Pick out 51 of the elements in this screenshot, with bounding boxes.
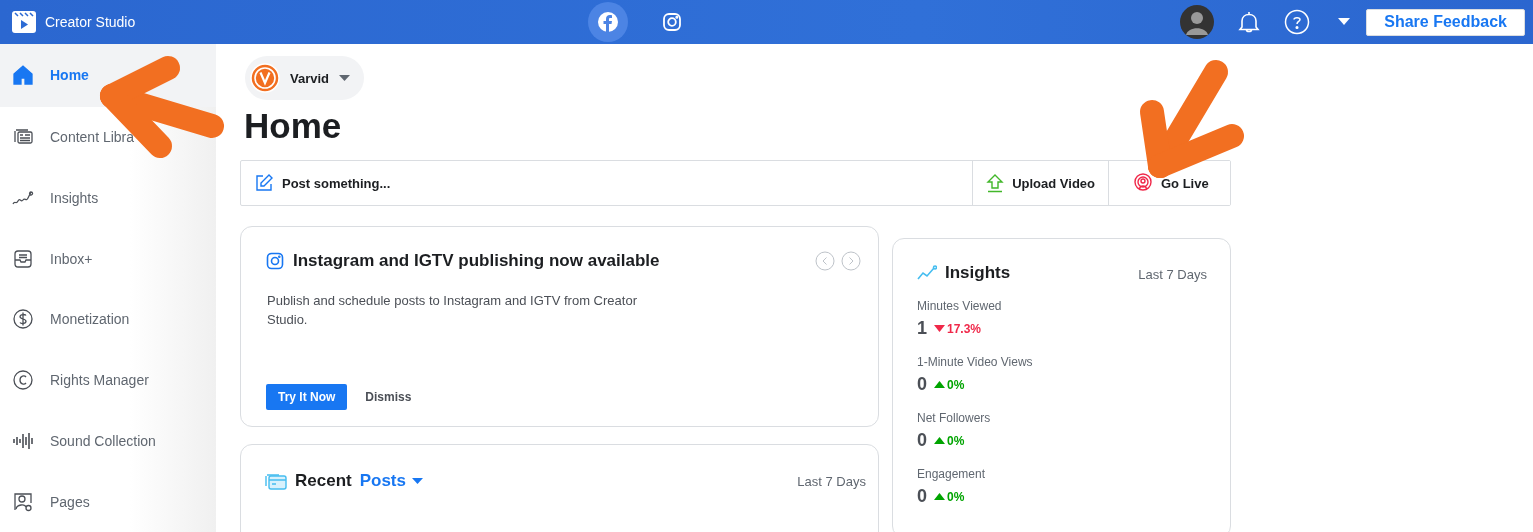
pages-icon <box>12 490 34 513</box>
metric-label: 1-Minute Video Views <box>917 355 1034 369</box>
app-title: Creator Studio <box>45 14 136 30</box>
card-title: Insights <box>945 263 1011 283</box>
caret-icon[interactable] <box>1338 18 1351 26</box>
dismiss-button[interactable]: Dismiss <box>359 384 418 410</box>
metric-change: 17.3% <box>947 321 982 336</box>
sidebar-item[interactable]: Insights <box>0 167 216 229</box>
posts-dropdown[interactable]: Posts <box>359 471 423 491</box>
sidebar-item[interactable]: Pages <box>0 471 216 532</box>
sidebar-item[interactable]: Inbox+ <box>0 228 216 289</box>
caret-icon <box>412 477 423 485</box>
share-feedback-button[interactable]: Share Feedback <box>1366 8 1525 36</box>
sidebar-item[interactable]: Rights Manager <box>0 349 216 411</box>
card-text: Publish and schedule posts to Instagram and IGTV from Creator Studio. <box>267 292 638 329</box>
instagram-icon <box>266 252 284 270</box>
rights-icon <box>12 369 34 392</box>
sidebar-item[interactable]: Monetization <box>0 288 216 350</box>
facebook-icon <box>597 11 619 33</box>
page-logo-icon <box>250 63 280 93</box>
metric-value: 1 <box>917 318 927 339</box>
sidebar-item[interactable]: Sound Collection <box>0 410 216 472</box>
clapperboard-icon <box>12 11 36 33</box>
inbox-icon <box>12 247 34 270</box>
cards-icon <box>265 471 287 491</box>
metric-value: 0 <box>917 374 927 395</box>
metric-change: 0% <box>947 489 965 504</box>
period-label: Last 7 Days <box>797 473 866 489</box>
bell-icon[interactable] <box>1238 10 1261 34</box>
metric-change: 0% <box>947 433 965 448</box>
money-icon <box>12 308 34 331</box>
avatar-icon[interactable] <box>1180 5 1215 39</box>
card-title: Recent <box>295 471 352 491</box>
instagram-icon <box>662 12 682 32</box>
metric-change: 0% <box>947 377 965 392</box>
metric-label: Net Followers <box>917 411 992 425</box>
line-chart-icon <box>917 265 937 281</box>
page-title: Home <box>244 106 343 146</box>
metric-value: 0 <box>917 430 927 451</box>
facebook-tab[interactable] <box>588 2 628 42</box>
metric-value: 0 <box>917 486 927 507</box>
metric-label: Engagement <box>917 467 987 481</box>
sidebar-item[interactable]: Content Libra <box>0 106 216 168</box>
period-label: Last 7 Days <box>1138 266 1207 282</box>
metric-label: Minutes Viewed <box>917 299 1003 313</box>
caret-icon <box>339 74 351 82</box>
page-selector[interactable]: Varvid <box>245 56 365 100</box>
help-icon[interactable] <box>1284 9 1311 35</box>
home-icon <box>12 64 34 87</box>
try-it-now-button[interactable]: Try It Now <box>266 384 348 410</box>
card-title: Instagram and IGTV publishing now available <box>293 251 661 271</box>
